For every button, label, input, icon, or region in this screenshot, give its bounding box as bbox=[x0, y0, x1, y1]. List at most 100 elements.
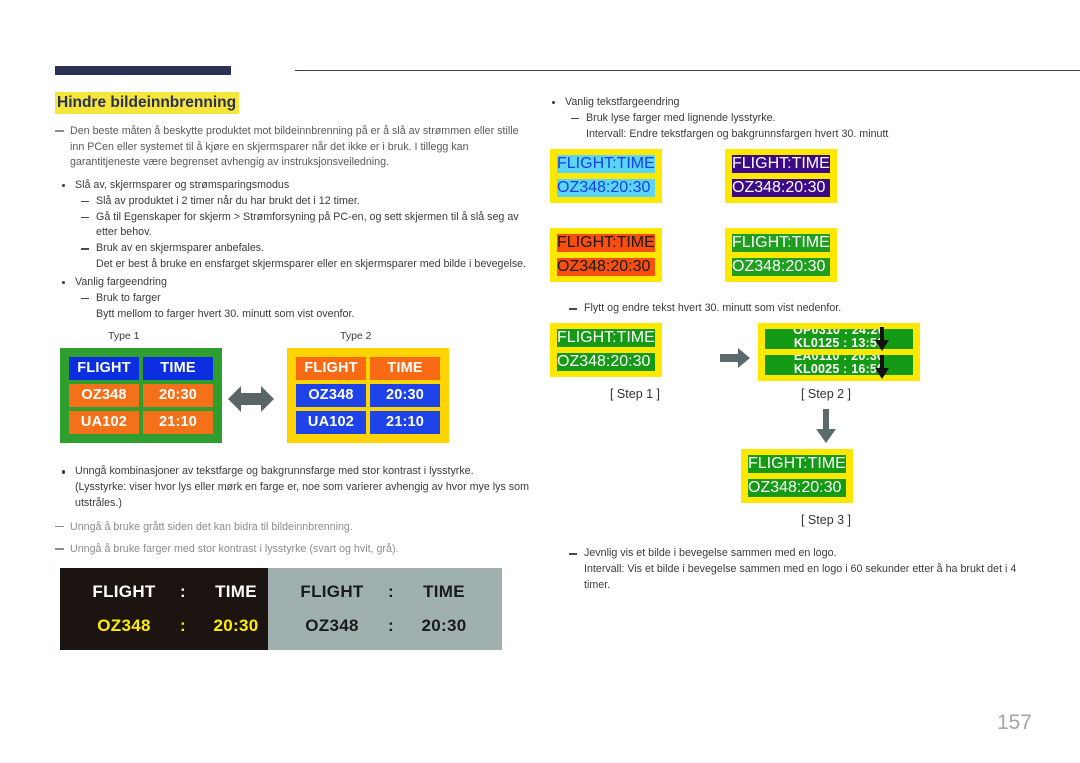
list-item: Flytt og endre tekst hvert 30. minutt so… bbox=[563, 301, 1035, 317]
page-title: Hindre bildeinnbrenning bbox=[55, 92, 240, 115]
step1-label: [ Step 1 ] bbox=[609, 387, 661, 402]
sub-label: Slå av produktet i 2 timer når du har br… bbox=[96, 194, 360, 207]
type-comparison: FLIGHT TIME OZ348 20:30 UA102 21:10 FLIGHT TIM… bbox=[55, 348, 535, 450]
list-item: Slå av, skjermsparer og strømsparingsmod… bbox=[55, 178, 535, 273]
cell-flight: OZ348 bbox=[748, 479, 797, 497]
header-accent-bar bbox=[55, 66, 231, 75]
left-column: Hindre bildeinnbrenning Den beste måten … bbox=[55, 92, 535, 660]
cell-time: 20:30 bbox=[610, 353, 651, 371]
panel-header-row: FLIGHT:TIME bbox=[557, 234, 655, 253]
panel-data-row: OZ348:20:30 bbox=[557, 179, 655, 198]
cell-time: 20:30 bbox=[213, 615, 259, 635]
page-number: 157 bbox=[996, 711, 1032, 734]
list-item: Slå av produktet i 2 timer når du har br… bbox=[75, 194, 535, 210]
cell-time: TIME bbox=[616, 234, 655, 252]
bullet-label: Vanlig tekstfargeendring bbox=[565, 96, 680, 108]
cell-flight: OZ348 bbox=[305, 615, 359, 635]
color-sample-orange: FLIGHT:TIME OZ348:20:30 bbox=[550, 228, 662, 283]
cell-separator: : bbox=[180, 581, 186, 601]
right-column: Vanlig tekstfargeendring Bruk lyse farge… bbox=[545, 95, 1035, 594]
list-item: Unngå kombinasjoner av tekstfarge og bak… bbox=[55, 464, 535, 511]
bullet-label-detail: (Lysstyrke: viser hvor lys eller mørk en… bbox=[75, 481, 529, 510]
list-item: Vanlig fargeendring Bruk to farger Bytt … bbox=[55, 275, 535, 322]
cell-time: 20:30 bbox=[785, 258, 826, 276]
board-header-cell: TIME bbox=[143, 357, 213, 381]
cell-flight: OZ348 bbox=[557, 179, 606, 197]
page-header bbox=[55, 66, 1080, 78]
cell-separator: : bbox=[388, 581, 394, 601]
flight-board-type1: FLIGHT TIME OZ348 20:30 UA102 21:10 bbox=[60, 348, 222, 444]
type2-label: Type 2 bbox=[340, 330, 372, 343]
scroll-down-icon-1 bbox=[875, 327, 889, 356]
step2-label: [ Step 2 ] bbox=[800, 387, 852, 402]
cell-flight: FLIGHT bbox=[557, 329, 613, 347]
cell-flight: OZ348 bbox=[557, 353, 606, 371]
color-sample-grid: FLIGHT:TIME OZ348:20:30 FLIGHT:TIME OZ348:… bbox=[545, 149, 1035, 295]
sub-label: Bruk av en skjermsparer anbefales. bbox=[96, 242, 265, 255]
cell-flight: FLIGHT bbox=[557, 155, 613, 173]
cell-flight: OZ348 bbox=[732, 258, 781, 276]
bullet-label: Slå av, skjermsparer og strømsparingsmod… bbox=[75, 178, 290, 191]
bullet-label: Vanlig fargeendring bbox=[75, 275, 167, 288]
type1-label: Type 1 bbox=[108, 330, 140, 343]
big-panel-header-row: FLIGHT: TIME bbox=[78, 582, 276, 602]
board-data-cell: OZ348 bbox=[69, 384, 139, 408]
bullet-list-power: Slå av, skjermsparer og strømsparingsmod… bbox=[55, 178, 535, 322]
big-panel-gray: FLIGHT: TIME OZ348: 20:30 bbox=[268, 567, 502, 650]
board-data-cell: 20:30 bbox=[143, 384, 213, 408]
board-data-cell: 20:30 bbox=[370, 384, 440, 408]
list-item: Bruk to farger Bytt mellom to farger hve… bbox=[75, 291, 535, 323]
color-sample-green: FLIGHT:TIME OZ348:20:30 bbox=[725, 228, 837, 283]
list-item: Bruk lyse farger med lignende lysstyrke.… bbox=[565, 111, 1035, 143]
step3-panel: FLIGHT:TIME OZ348:20:30 bbox=[741, 449, 853, 504]
board-data-cell: UA102 bbox=[296, 411, 366, 435]
panel-header-row: FLIGHT:TIME bbox=[748, 455, 846, 474]
cell-time: TIME bbox=[807, 455, 846, 473]
panel-header-row: FLIGHT:TIME bbox=[732, 155, 830, 174]
scroll-row-2: EA0110 : 20:30 KL0025 : 16:50 bbox=[765, 355, 913, 376]
step2-panel: OP0310 : 24:20 KL0125 : 13:50 EA0110 : 20:… bbox=[758, 323, 920, 382]
board-row: OZ348 20:30 bbox=[69, 384, 213, 408]
scroll-row-1: OP0310 : 24:20 KL0125 : 13:50 bbox=[765, 329, 913, 350]
step3-label: [ Step 3 ] bbox=[800, 513, 852, 528]
board-row: UA102 21:10 bbox=[296, 411, 440, 435]
cell-time: 20:30 bbox=[785, 179, 826, 197]
list-item: Vanlig tekstfargeendring Bruk lyse farge… bbox=[545, 95, 1035, 142]
board-data-cell: OZ348 bbox=[296, 384, 366, 408]
list-item: Bruk av en skjermsparer anbefales. Det e… bbox=[75, 241, 535, 273]
scroll-down-icon-2 bbox=[875, 355, 889, 384]
cell-time: TIME bbox=[616, 155, 655, 173]
board-header-cell: FLIGHT bbox=[69, 357, 139, 381]
cell-separator: : bbox=[388, 615, 394, 635]
manual-page: Hindre bildeinnbrenning Den beste måten … bbox=[0, 0, 1080, 763]
scroll-line-bottom: KL0125 : 13:50 bbox=[793, 336, 885, 350]
sub-label-detail: Intervall: Endre tekstfargen og bakgrunn… bbox=[586, 127, 889, 140]
board-header-cell: FLIGHT bbox=[296, 357, 366, 381]
bullet-list-textcolor: Vanlig tekstfargeendring Bruk lyse farge… bbox=[545, 95, 1035, 142]
sub-label-detail: Intervall: Vis et bilde i bevegelse samm… bbox=[584, 563, 1017, 591]
right-arrow-icon bbox=[720, 348, 750, 373]
cell-flight: FLIGHT bbox=[300, 581, 364, 601]
sub-list-move-text: Flytt og endre tekst hvert 30. minutt so… bbox=[545, 301, 1035, 317]
cell-time: TIME bbox=[423, 581, 465, 601]
scroll-line-bottom: KL0025 : 16:50 bbox=[793, 362, 885, 376]
down-arrow-icon bbox=[816, 409, 836, 448]
cell-flight: FLIGHT bbox=[748, 455, 804, 473]
note-gray: Unngå å bruke grått siden det kan bidra … bbox=[55, 520, 535, 536]
sub-label: Gå til Egenskaper for skjerm > Strømfors… bbox=[96, 210, 519, 239]
cell-flight: FLIGHT bbox=[732, 234, 788, 252]
cell-time: 20:30 bbox=[610, 258, 651, 276]
cell-time: TIME bbox=[616, 329, 655, 347]
sub-label-detail: Bytt mellom to farger hvert 30. minutt s… bbox=[96, 307, 355, 320]
list-item: Jevnlig vis et bilde i bevegelse sammen … bbox=[563, 546, 1035, 593]
cell-flight: FLIGHT bbox=[557, 234, 613, 252]
cell-time: 20:30 bbox=[801, 479, 842, 497]
board-data-cell: 21:10 bbox=[143, 411, 213, 435]
list-item: Gå til Egenskaper for skjerm > Strømfors… bbox=[75, 210, 535, 242]
panel-data-row: OZ348:20:30 bbox=[557, 353, 655, 372]
double-arrow-icon bbox=[228, 386, 274, 417]
board-header-cell: TIME bbox=[370, 357, 440, 381]
cell-time: 20:30 bbox=[421, 615, 467, 635]
sub-label-detail: Det er best å bruke en ensfarget skjerms… bbox=[96, 258, 527, 271]
sub-list-logo: Jevnlig vis et bilde i bevegelse sammen … bbox=[545, 546, 1035, 593]
